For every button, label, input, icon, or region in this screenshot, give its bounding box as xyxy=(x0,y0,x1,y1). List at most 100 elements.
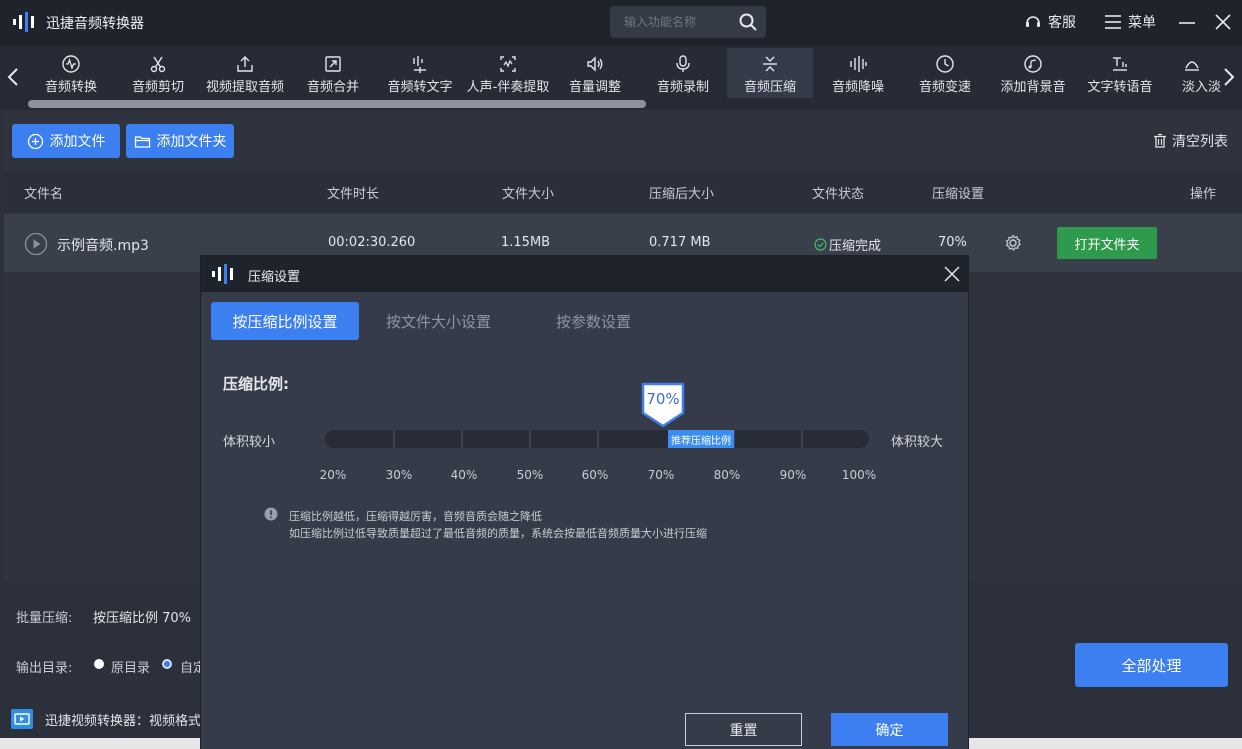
column-header-action: 操作 xyxy=(1190,187,1217,202)
tool-scissors[interactable]: 音频剪切 xyxy=(115,48,201,98)
batch-compress-value[interactable]: 按压缩比例 70% xyxy=(93,607,191,626)
app-logo-icon xyxy=(212,264,233,284)
menu-button[interactable]: 菜单 xyxy=(1104,12,1156,32)
tick-label: 70% xyxy=(647,468,675,482)
dialog-close-icon[interactable] xyxy=(943,265,961,283)
microphone-icon xyxy=(676,55,690,72)
search-icon[interactable] xyxy=(738,12,758,32)
tool-text-to-speech[interactable]: 文字转语音 xyxy=(1077,48,1163,98)
plus-circle-icon xyxy=(27,133,43,149)
tool-label: 音频转换 xyxy=(44,80,97,95)
volume-icon xyxy=(587,56,603,72)
file-name: 示例音频.mp3 xyxy=(57,238,149,254)
audio-to-text-icon xyxy=(413,56,426,73)
radio-original-label: 原目录 xyxy=(111,661,151,676)
toolbar-scrollbar[interactable] xyxy=(28,100,646,108)
reset-button[interactable]: 重置 xyxy=(685,713,802,746)
background-music-icon xyxy=(1024,55,1042,73)
dialog-title: 压缩设置 xyxy=(248,270,301,285)
add-file-button[interactable]: 添加文件 xyxy=(12,124,120,158)
dialog-header: 压缩设置 xyxy=(201,256,968,292)
fade-icon xyxy=(1185,61,1199,71)
tick-label: 50% xyxy=(516,468,544,482)
video-converter-logo-icon xyxy=(11,709,33,729)
tool-vocal-extract[interactable]: 人声-伴奏提取 xyxy=(464,48,552,98)
tool-denoise[interactable]: 音频降噪 xyxy=(815,48,901,98)
tool-compress[interactable]: 音频压缩 xyxy=(727,48,813,98)
clear-list-label: 清空列表 xyxy=(1172,134,1228,150)
process-all-button[interactable]: 全部处理 xyxy=(1075,643,1228,687)
tool-speed[interactable]: 音频变速 xyxy=(902,48,988,98)
tool-label: 添加背景音 xyxy=(1000,80,1066,95)
vocal-extract-icon xyxy=(500,56,516,72)
text-to-speech-icon xyxy=(1113,57,1127,71)
tool-label: 文字转语音 xyxy=(1087,80,1153,95)
tab-by-file-size[interactable]: 按文件大小设置 xyxy=(371,302,506,340)
tool-label: 音频转文字 xyxy=(387,80,453,95)
slider-divider xyxy=(597,430,599,448)
slider-value: 70% xyxy=(646,390,680,408)
export-icon xyxy=(237,56,253,72)
open-folder-button[interactable]: 打开文件夹 xyxy=(1057,227,1157,259)
compress-icon xyxy=(763,56,777,72)
close-icon[interactable] xyxy=(1214,13,1232,31)
tool-label: 音频合并 xyxy=(306,80,359,95)
clear-list-button[interactable]: 清空列表 xyxy=(1152,131,1228,151)
column-header-status: 文件状态 xyxy=(812,187,865,202)
tick-label: 100% xyxy=(841,468,877,482)
minimize-icon[interactable] xyxy=(1178,14,1196,32)
tool-label: 音频降噪 xyxy=(831,80,884,95)
slider-divider xyxy=(801,430,803,448)
search-input[interactable] xyxy=(624,13,734,31)
tab-by-ratio[interactable]: 按压缩比例设置 xyxy=(211,302,359,340)
function-search[interactable] xyxy=(610,6,766,38)
tool-label: 淡入淡 xyxy=(1182,80,1222,95)
compress-settings-dialog: 压缩设置 按压缩比例设置 按文件大小设置 按参数设置 压缩比例: 体积较小 体积… xyxy=(201,256,968,749)
info-icon xyxy=(264,507,278,521)
customer-service-button[interactable]: 客服 xyxy=(1024,12,1076,32)
tool-label: 音频剪切 xyxy=(131,80,184,95)
file-status-label: 压缩完成 xyxy=(829,239,882,254)
add-folder-label: 添加文件夹 xyxy=(156,134,227,150)
tool-merge[interactable]: 音频合并 xyxy=(290,48,376,98)
slider-divider xyxy=(461,430,463,448)
tool-label: 音频录制 xyxy=(656,80,709,95)
radio-original-dir[interactable] xyxy=(94,659,104,669)
tool-label: 音频变速 xyxy=(918,80,971,95)
radio-custom-dir[interactable] xyxy=(162,659,172,669)
chevron-right-icon[interactable] xyxy=(1222,66,1236,88)
tool-volume[interactable]: 音量调整 xyxy=(552,48,638,98)
merge-icon xyxy=(325,56,341,72)
tool-export[interactable]: 视频提取音频 xyxy=(202,48,288,98)
add-folder-button[interactable]: 添加文件夹 xyxy=(126,124,234,158)
recommend-badge: 推荐压缩比例 xyxy=(668,430,734,448)
tool-audio-to-text[interactable]: 音频转文字 xyxy=(377,48,463,98)
tool-background-music[interactable]: 添加背景音 xyxy=(990,48,1076,98)
tab-by-parameters[interactable]: 按参数设置 xyxy=(541,302,646,340)
file-size: 1.15MB xyxy=(501,235,551,250)
tick-label: 90% xyxy=(779,468,807,482)
column-header-compressed-size: 压缩后大小 xyxy=(649,187,715,202)
chevron-left-icon[interactable] xyxy=(6,66,20,88)
customer-service-label: 客服 xyxy=(1048,15,1076,31)
confirm-button[interactable]: 确定 xyxy=(831,713,948,746)
tool-fade[interactable]: 淡入淡 xyxy=(1164,48,1224,98)
table-header xyxy=(4,170,1242,212)
tick-label: 80% xyxy=(713,468,741,482)
ratio-heading: 压缩比例: xyxy=(223,375,289,393)
batch-compress-label: 批量压缩: xyxy=(16,611,73,626)
ratio-slider-track[interactable] xyxy=(325,430,869,448)
compression-setting: 70% xyxy=(938,235,967,250)
file-duration: 00:02:30.260 xyxy=(328,235,416,250)
menu-label: 菜单 xyxy=(1128,15,1156,31)
tool-microphone[interactable]: 音频录制 xyxy=(640,48,726,98)
waveform-circle-icon xyxy=(62,55,80,73)
gear-icon[interactable] xyxy=(1004,234,1022,252)
tool-waveform-circle[interactable]: 音频转换 xyxy=(28,48,114,98)
promo-text[interactable]: 迅捷视频转换器：视频格式 xyxy=(45,710,201,729)
play-icon[interactable] xyxy=(24,232,48,256)
tool-label: 音量调整 xyxy=(568,80,621,95)
tick-label: 30% xyxy=(385,468,413,482)
check-circle-icon xyxy=(814,238,827,251)
tick-label: 60% xyxy=(581,468,609,482)
